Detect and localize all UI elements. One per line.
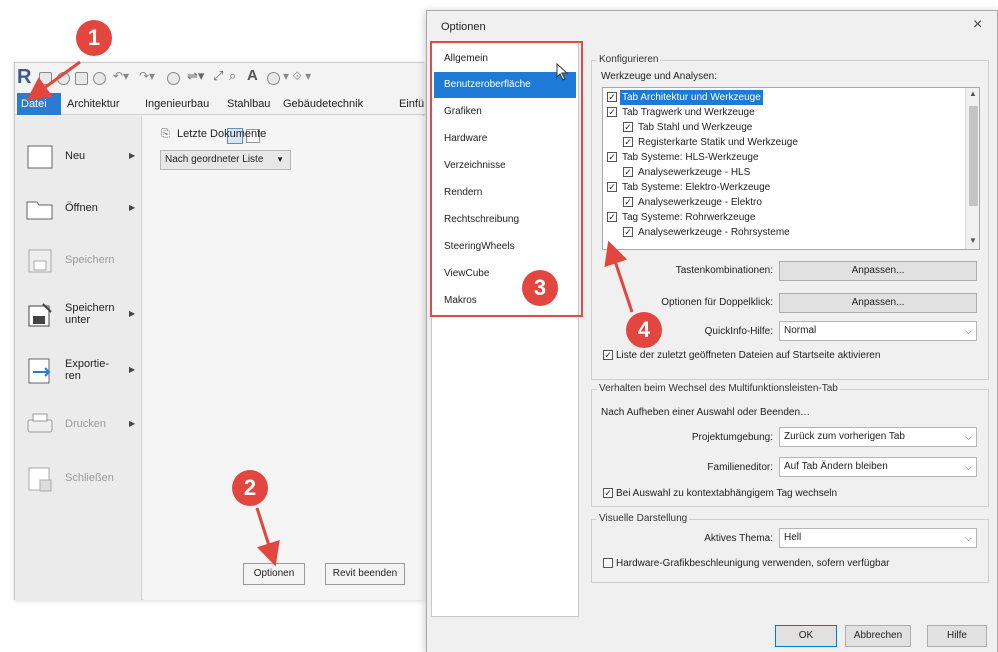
annotation-badge-4: 4 — [626, 312, 662, 348]
annotation-badge-3: 3 — [522, 270, 558, 306]
annotation-badge-1: 1 — [76, 20, 112, 56]
annotation-arrow-2 — [255, 507, 280, 567]
annotation-badge-2: 2 — [232, 470, 268, 506]
annotation-arrows — [26, 60, 634, 567]
annotation-arrow-4 — [604, 240, 634, 313]
annotation-arrow-1 — [26, 60, 81, 102]
